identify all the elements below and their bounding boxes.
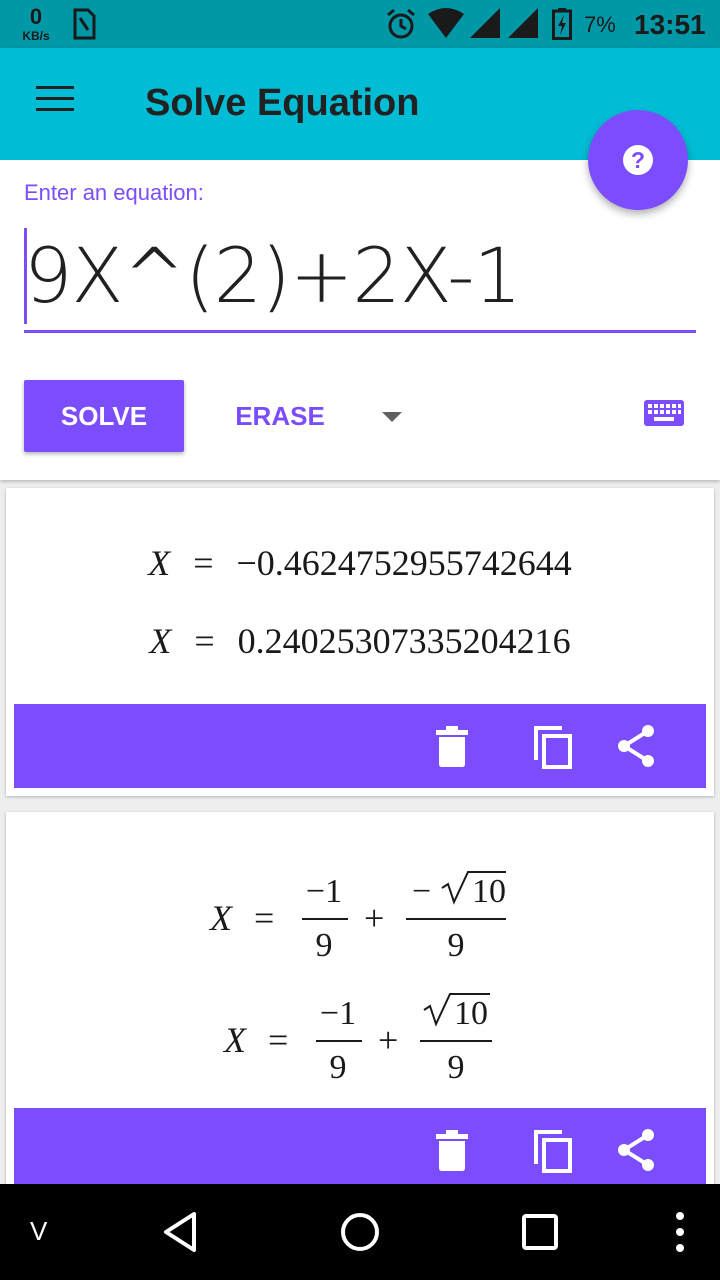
numerator-sign: − xyxy=(412,873,431,910)
solution-line: X = −0.4624752955742644 xyxy=(6,542,714,584)
solution-value: −0.4624752955742644 xyxy=(236,543,572,583)
text-caret xyxy=(24,228,27,324)
variable: X xyxy=(208,898,234,938)
denominator: 9 xyxy=(448,927,465,964)
copy-icon[interactable] xyxy=(530,722,578,770)
numerator: −1 xyxy=(320,995,356,1032)
plus-sign: + xyxy=(364,898,384,938)
solution-line: X = −1 9 + − 10 9 xyxy=(208,871,506,964)
solution-line: X = 0.24025307335204216 xyxy=(6,620,714,662)
signal-icon xyxy=(470,8,500,38)
variable: X xyxy=(149,621,172,661)
result-card-decimal: X = −0.4624752955742644 X = 0.2402530733… xyxy=(6,488,714,796)
equation-input[interactable]: 9X^(2)+2X-1 xyxy=(24,222,696,333)
home-icon[interactable] xyxy=(338,1210,382,1254)
result-action-bar xyxy=(14,1108,706,1192)
sim-card-icon xyxy=(73,8,96,40)
plus-sign: + xyxy=(378,1020,398,1060)
equals-sign: = xyxy=(194,621,215,661)
share-icon[interactable] xyxy=(612,1126,660,1174)
navigation-bar: V xyxy=(0,1184,720,1280)
help-icon: ? xyxy=(623,145,653,175)
equation-label: Enter an equation: xyxy=(24,180,204,205)
clock: 13:51 xyxy=(634,9,706,40)
dropdown-arrow-icon[interactable] xyxy=(372,396,412,436)
alarm-icon xyxy=(387,8,415,39)
equals-sign: = xyxy=(254,898,274,938)
radicand: 10 xyxy=(454,995,488,1032)
denominator: 9 xyxy=(330,1049,347,1086)
more-icon[interactable] xyxy=(672,1210,688,1254)
copy-icon[interactable] xyxy=(530,1126,578,1174)
keyboard-icon[interactable] xyxy=(636,396,692,436)
equals-sign: = xyxy=(268,1020,288,1060)
equals-sign: = xyxy=(193,543,214,583)
share-icon[interactable] xyxy=(612,722,660,770)
recents-icon[interactable] xyxy=(520,1212,560,1252)
equation-input-card: Enter an equation: 9X^(2)+2X-1 SOLVE ERA… xyxy=(0,160,720,480)
page-title: Solve Equation xyxy=(145,82,420,124)
network-speed-value: 0 xyxy=(29,4,43,29)
erase-button[interactable]: ERASE xyxy=(210,380,350,452)
keyboard-hide-button[interactable]: V xyxy=(30,1216,47,1247)
wifi-icon xyxy=(428,8,464,38)
solution-line: X = −1 9 + 10 9 xyxy=(222,993,492,1086)
help-button[interactable]: ? xyxy=(588,110,688,210)
delete-icon[interactable] xyxy=(428,1126,476,1174)
result-action-bar xyxy=(14,704,706,788)
denominator: 9 xyxy=(316,927,333,964)
variable: X xyxy=(148,543,171,583)
radicand: 10 xyxy=(472,873,506,910)
solution-value: 0.24025307335204216 xyxy=(237,621,571,661)
variable: X xyxy=(222,1020,248,1060)
signal-icon xyxy=(508,8,538,38)
solve-button[interactable]: SOLVE xyxy=(24,380,184,452)
numerator: −1 xyxy=(306,873,342,910)
denominator: 9 xyxy=(448,1049,465,1086)
equation-value: 9X^(2)+2X-1 xyxy=(24,231,522,320)
battery-charging-icon xyxy=(552,8,572,40)
menu-icon[interactable] xyxy=(36,86,76,118)
battery-percent: 7% xyxy=(584,12,616,37)
delete-icon[interactable] xyxy=(428,722,476,770)
result-card-exact: X = −1 9 + − 10 9 X = −1 9 + 10 9 xyxy=(6,812,714,1232)
back-icon[interactable] xyxy=(160,1210,200,1254)
network-speed-unit: KB/s xyxy=(22,29,50,43)
status-bar: 0 KB/s 7% 13:51 xyxy=(0,0,720,48)
network-speed: 0 KB/s xyxy=(18,4,54,43)
